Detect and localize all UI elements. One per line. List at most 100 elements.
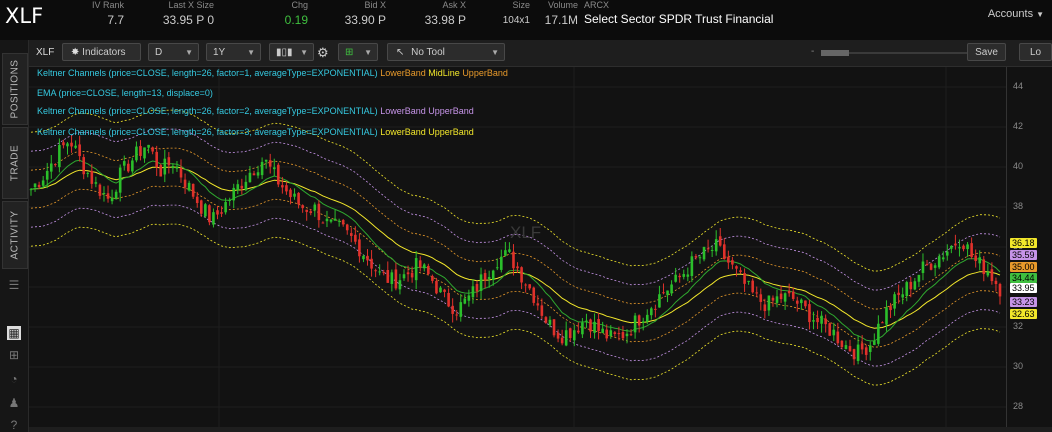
- study-label-ema[interactable]: EMA (price=CLOSE, length=13, displace=0): [37, 88, 213, 98]
- chevron-down-icon: ▼: [185, 48, 193, 57]
- tab-activity[interactable]: ACTIVITY: [2, 201, 28, 269]
- indicators-button[interactable]: ✸ Indicators: [62, 43, 141, 61]
- candle-body: [650, 308, 653, 316]
- candle-body: [285, 185, 288, 192]
- size-label: Size: [512, 0, 530, 10]
- candle-body: [690, 256, 694, 277]
- candle-body: [524, 284, 527, 286]
- candle-body: [731, 260, 734, 265]
- candle-body: [179, 167, 183, 178]
- candle-body: [933, 265, 937, 268]
- study-label-keltner-1[interactable]: Keltner Channels (price=CLOSE, length=26…: [37, 68, 508, 78]
- gear-icon[interactable]: ⚙: [317, 45, 329, 61]
- candle-body: [289, 189, 292, 198]
- candle-body: [552, 319, 556, 336]
- candle-body: [333, 218, 337, 221]
- candle-body: [94, 182, 98, 184]
- candle-body: [986, 271, 990, 276]
- candle-body: [743, 273, 746, 284]
- candle-body: [260, 161, 264, 176]
- candle-body: [102, 192, 106, 194]
- candle-body: [564, 330, 568, 346]
- candle-body: [82, 157, 86, 175]
- drawing-select[interactable]: ⊞ ▼: [338, 43, 378, 61]
- help-icon[interactable]: ?: [7, 418, 21, 432]
- bid-value[interactable]: 33.90 P: [334, 13, 386, 27]
- study-output: UpperBand: [428, 127, 474, 137]
- candle-body: [536, 303, 540, 306]
- study-output: UpperBand: [462, 68, 508, 78]
- study-output: UpperBand: [428, 106, 474, 116]
- candle-body: [354, 234, 357, 242]
- study-label-keltner-2[interactable]: Keltner Channels (price=CLOSE, length=26…: [37, 106, 474, 116]
- study-output: LowerBand: [380, 68, 426, 78]
- candle-body: [925, 264, 929, 266]
- tool-value: No Tool: [411, 47, 445, 58]
- candle-body: [435, 280, 438, 294]
- tab-positions[interactable]: POSITIONS: [2, 53, 28, 125]
- price-axis[interactable]: 28303234363840424436.1835.5935.0034.4433…: [1006, 67, 1052, 427]
- candle-body: [362, 255, 365, 260]
- candle-body: [605, 329, 609, 339]
- study-name: Keltner Channels (price=CLOSE, length=26…: [37, 127, 378, 137]
- range-select[interactable]: 1Y ▼: [206, 43, 261, 61]
- candle-body: [325, 218, 329, 222]
- candle-body: [739, 270, 742, 273]
- interval-select[interactable]: D ▼: [148, 43, 199, 61]
- load-button[interactable]: Lo: [1019, 43, 1052, 61]
- accounts-menu[interactable]: Accounts ▼: [988, 8, 1044, 20]
- chevron-down-icon: ▼: [1036, 10, 1044, 19]
- symbol-title[interactable]: XLF: [5, 4, 43, 28]
- ask-value[interactable]: 33.98 P: [412, 13, 466, 27]
- gauge-icon[interactable]: ◔: [7, 372, 21, 386]
- price-value-tag: 32.63: [1010, 309, 1037, 320]
- zoom-minus[interactable]: -: [811, 46, 814, 57]
- candle-body: [305, 209, 308, 212]
- candle-body: [114, 191, 118, 200]
- candle-body: [544, 317, 548, 323]
- tab-trade[interactable]: TRADE: [2, 127, 28, 199]
- candle-body: [62, 142, 65, 146]
- candle-body: [220, 212, 223, 214]
- candle-body: [264, 159, 268, 162]
- price-tick-label: 40: [1013, 161, 1024, 171]
- candle-body: [143, 147, 146, 159]
- zoom-slider-knob[interactable]: [821, 50, 849, 56]
- tool-select[interactable]: ↖ No Tool ▼: [387, 43, 505, 61]
- candle-body: [406, 272, 410, 275]
- candle-body: [670, 284, 673, 294]
- candle-body: [422, 264, 426, 269]
- price-chart[interactable]: XLF: [29, 67, 1006, 427]
- candle-body: [187, 182, 191, 191]
- change-value: 0.19: [284, 13, 308, 27]
- chart-type-select[interactable]: ▮▯▮ ▼: [269, 43, 314, 61]
- candle-body: [98, 184, 102, 196]
- people-icon[interactable]: ♟: [7, 396, 21, 410]
- candle-body: [216, 210, 219, 215]
- study-label-keltner-3[interactable]: Keltner Channels (price=CLOSE, length=26…: [37, 127, 474, 137]
- grid-icon[interactable]: ⊞: [7, 348, 21, 362]
- tab-positions-label: POSITIONS: [9, 59, 21, 119]
- candle-body: [686, 274, 690, 277]
- candle-body: [941, 257, 945, 260]
- candle-body: [455, 314, 459, 316]
- price-tick-label: 38: [1013, 201, 1024, 211]
- ask-x: Ask X 33.98 P: [412, 0, 466, 27]
- chart-icon[interactable]: ▦: [7, 326, 21, 340]
- candle-body: [58, 145, 61, 168]
- candle-body: [816, 317, 819, 323]
- save-button[interactable]: Save: [967, 43, 1006, 61]
- iv-rank-label: IV Rank: [91, 0, 124, 10]
- list-icon[interactable]: ☰: [7, 278, 21, 292]
- candle-body: [313, 204, 317, 211]
- candle-body: [459, 302, 463, 317]
- candle-body: [317, 203, 321, 221]
- candle-body: [29, 189, 33, 191]
- candle-body: [767, 295, 771, 311]
- candle-body: [183, 179, 187, 188]
- candle-body: [272, 167, 276, 170]
- candle-body: [394, 269, 398, 289]
- candle-body: [256, 172, 260, 176]
- candle-body: [800, 299, 803, 304]
- candle-body: [248, 172, 252, 183]
